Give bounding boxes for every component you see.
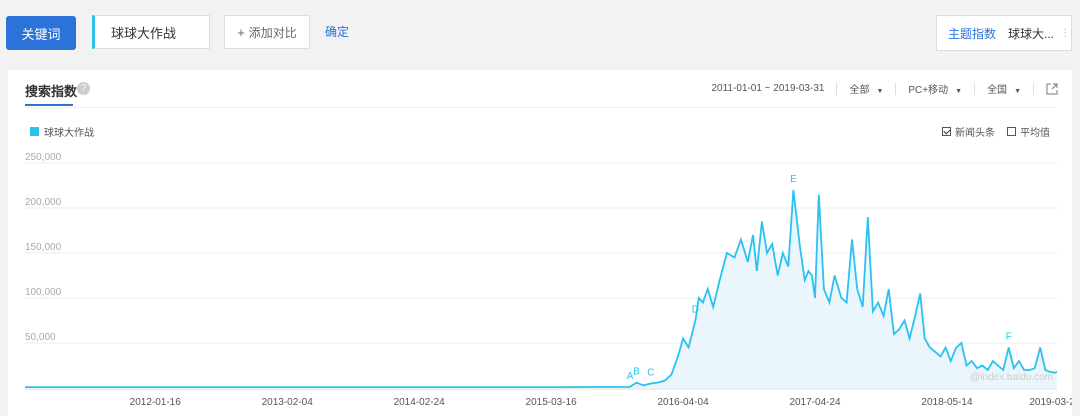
plus-icon: + — [237, 24, 245, 40]
news-checkbox-option[interactable]: 新闻头条 — [942, 124, 995, 139]
confirm-button[interactable]: 确定 — [325, 23, 349, 40]
news-checkbox[interactable] — [942, 127, 951, 136]
panel-divider — [25, 107, 1055, 108]
add-compare-label: 添加对比 — [248, 25, 297, 40]
keyword-input[interactable]: 球球大作战 — [92, 15, 210, 49]
device-select[interactable]: PC+移动 ▼ — [908, 81, 962, 96]
topic-index-box[interactable]: 主题指数 球球大... ⋮ — [936, 15, 1072, 51]
caret-down-icon: ▼ — [1014, 88, 1021, 95]
average-checkbox-option[interactable]: 平均值 — [1007, 124, 1050, 139]
topic-keyword[interactable]: 球球大... — [1008, 25, 1054, 42]
x-axis: 2012-01-16 2013-02-04 2014-02-24 2015-03-16… — [25, 388, 1072, 408]
help-icon[interactable]: ? — [77, 82, 90, 95]
chart-legend: 球球大作战 — [30, 124, 94, 139]
date-range-picker[interactable]: 2011-01-01 ~ 2019-03-31 — [711, 83, 824, 94]
series-area — [25, 190, 1057, 388]
region-value: 全国 — [987, 85, 1008, 96]
scope-value: 全部 — [849, 85, 870, 96]
x-tick-label: 2015-03-16 — [526, 397, 578, 408]
annotation-marker[interactable]: B — [633, 367, 640, 378]
x-tick-label: 2017-04-24 — [789, 397, 841, 408]
region-select[interactable]: 全国 ▼ — [987, 81, 1021, 96]
keyword-button[interactable]: 关键词 — [6, 16, 76, 50]
device-value: PC+移动 — [908, 85, 949, 96]
x-tick-label: 2013-02-04 — [262, 397, 314, 408]
y-axis: 250,000 200,000 150,000 100,000 50,000 — [25, 152, 62, 343]
legend-series-label: 球球大作战 — [44, 128, 94, 139]
x-tick-label: 2019-03-25 — [1029, 397, 1072, 408]
search-index-chart[interactable]: 250,000 200,000 150,000 100,000 50,000 2012-… — [8, 140, 1072, 416]
annotation-marker[interactable]: E — [790, 174, 797, 185]
tab-search-index[interactable]: 搜索指数 — [25, 81, 77, 100]
annotation-marker[interactable]: C — [647, 368, 654, 379]
caret-down-icon: ▼ — [876, 88, 884, 95]
average-label: 平均值 — [1020, 128, 1050, 139]
divider — [974, 82, 976, 95]
more-icon[interactable]: ⋮ — [1060, 28, 1070, 39]
average-checkbox[interactable] — [1007, 127, 1016, 136]
x-tick-label: 2016-04-04 — [657, 397, 709, 408]
divider — [1033, 82, 1034, 95]
filter-bar: 2011-01-01 ~ 2019-03-31 全部 ▼ PC+移动 ▼ 全国 ▼ — [711, 81, 1058, 96]
annotation-marker[interactable]: D — [692, 305, 699, 316]
x-tick-label: 2018-05-14 — [921, 397, 973, 408]
scope-select[interactable]: 全部 ▼ — [849, 81, 883, 96]
news-label: 新闻头条 — [955, 128, 995, 139]
y-tick-label: 100,000 — [25, 287, 62, 298]
y-tick-label: 50,000 — [25, 332, 56, 343]
y-tick-label: 250,000 — [25, 152, 62, 163]
y-tick-label: 200,000 — [25, 197, 62, 208]
topic-index-tab[interactable]: 主题指数 — [948, 25, 996, 42]
y-tick-label: 150,000 — [25, 242, 62, 253]
legend-swatch — [30, 127, 39, 136]
divider — [836, 82, 838, 95]
top-toolbar: 关键词 球球大作战 + 添加对比 确定 主题指数 球球大... ⋮ — [0, 0, 1080, 68]
add-compare-button[interactable]: + 添加对比 — [224, 15, 310, 49]
chart-options: 新闻头条 平均值 — [930, 124, 1050, 139]
x-tick-label: 2012-01-16 — [130, 397, 182, 408]
chart-grid — [25, 162, 1057, 344]
share-icon[interactable] — [1046, 83, 1058, 95]
x-tick-label: 2014-02-24 — [394, 397, 446, 408]
watermark: @index.baidu.com — [970, 372, 1053, 383]
divider — [895, 82, 897, 95]
annotation-marker[interactable]: F — [1006, 332, 1012, 343]
tab-active-indicator — [25, 104, 73, 106]
caret-down-icon: ▼ — [955, 88, 963, 95]
search-index-panel: 搜索指数 ? 2011-01-01 ~ 2019-03-31 全部 ▼ PC+移动… — [8, 70, 1072, 416]
